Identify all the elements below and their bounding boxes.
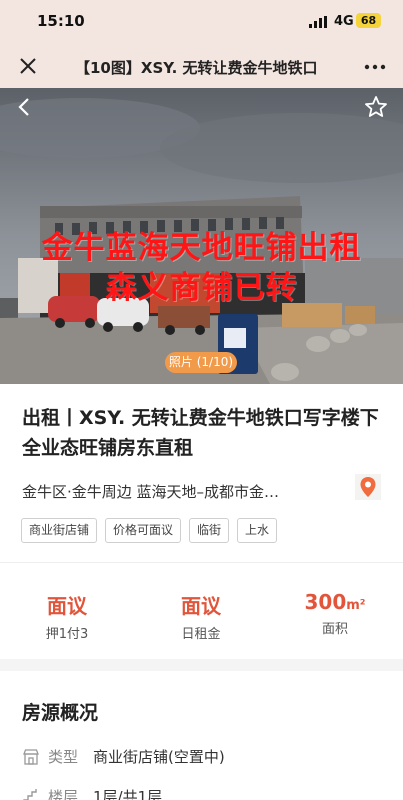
listing-title: 出租丨XSY. 无转让费金牛地铁口写字楼下全业态旺铺房东直租 (22, 407, 379, 459)
stat-value: 300m² (304, 590, 366, 614)
photo-overlay-text-1: 金牛蓝海天地旺铺出租 (41, 230, 362, 266)
close-icon[interactable] (18, 56, 38, 76)
tag-list: 商业街店铺 价格可面议 临街 上水 (21, 518, 278, 543)
stat-label: 日租金 (181, 627, 221, 642)
info-value: 商业街店铺(空置中) (93, 748, 225, 766)
listing-photo[interactable]: 金牛蓝海天地旺铺出租 森义商铺已转 照片 (1/10) (0, 88, 403, 384)
signal-icon (309, 16, 327, 28)
status-time: 15:10 (37, 12, 85, 30)
stat-value: 面议 (181, 594, 221, 618)
network-label: 4G (334, 14, 354, 29)
photo-counter[interactable]: 照片 (1/10) (165, 352, 237, 373)
tag: 上水 (237, 518, 278, 543)
back-icon[interactable] (14, 96, 36, 118)
overview-title: 房源概况 (22, 702, 99, 724)
info-value: 1层/共1层 (93, 788, 163, 800)
info-row-floor: 楼层 1层/共1层 (22, 786, 382, 800)
battery-icon: 68 (356, 13, 381, 28)
tag: 商业街店铺 (21, 518, 98, 543)
storefront-icon (23, 749, 39, 765)
section-divider (0, 659, 403, 671)
more-icon[interactable] (364, 64, 386, 70)
stat-daily-rent: 面议 日租金 (134, 590, 268, 642)
nav-bar: 【10图】XSY. 无转让费金牛地铁口 (0, 44, 403, 88)
tag: 价格可面议 (105, 518, 182, 543)
info-label: 楼层 (48, 788, 79, 800)
listing-address[interactable]: 金牛区·金牛周边 蓝海天地–成都市金… (22, 481, 322, 502)
page-title: 【10图】XSY. 无转让费金牛地铁口 (75, 59, 318, 77)
info-row-type: 类型 商业街店铺(空置中) (22, 746, 382, 768)
photo-overlay-text-2: 森义商铺已转 (105, 270, 298, 306)
stat-label: 押1付3 (45, 627, 89, 642)
stat-deposit: 面议 押1付3 (0, 590, 134, 642)
favorite-star-icon[interactable] (364, 95, 388, 119)
map-pin-icon[interactable] (355, 474, 381, 500)
stairs-icon (23, 789, 37, 800)
stat-area: 300m² 面积 (268, 590, 402, 637)
status-bar: 15:10 4G 68 (0, 0, 403, 44)
divider (0, 562, 403, 563)
tag: 临街 (189, 518, 230, 543)
stat-label: 面积 (321, 622, 348, 637)
info-label: 类型 (48, 748, 79, 766)
stat-value: 面议 (47, 594, 87, 618)
